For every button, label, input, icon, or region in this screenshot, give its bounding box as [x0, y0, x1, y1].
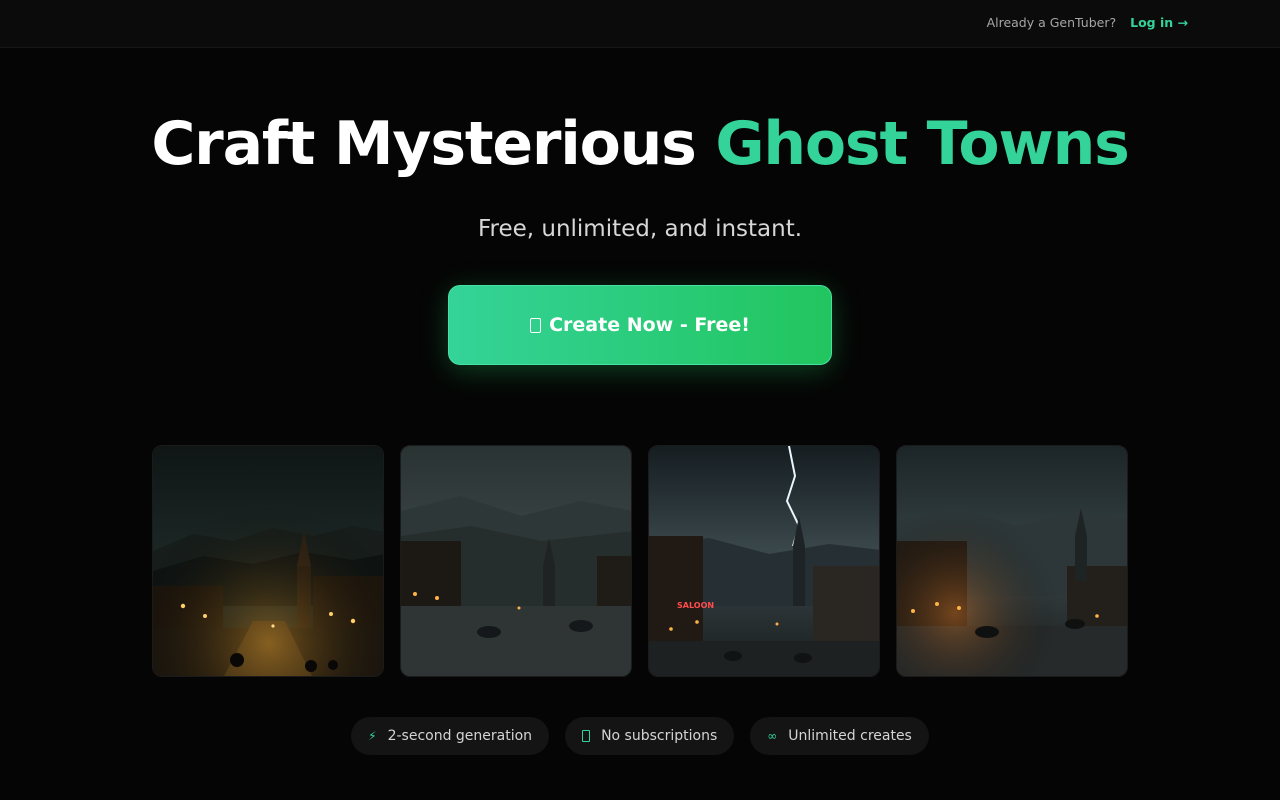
page-title: Craft Mysterious Ghost Towns	[0, 108, 1280, 180]
infinity-icon: ∞	[767, 729, 778, 743]
feature-pill-unlimited: ∞ Unlimited creates	[750, 717, 929, 755]
feature-pill-subscriptions: No subscriptions	[565, 717, 735, 755]
create-now-label: Create Now - Free!	[549, 314, 750, 336]
phone-icon	[582, 730, 591, 742]
gallery: SALOON	[152, 445, 1128, 677]
page-subtitle: Free, unlimited, and instant.	[477, 216, 803, 242]
feature-pill-speed: ⚡ 2-second generation	[351, 717, 550, 755]
gallery-image-3[interactable]: SALOON	[648, 445, 880, 677]
login-prompt: Already a GenTuber?	[986, 15, 1117, 30]
gallery-image-4[interactable]	[896, 445, 1128, 677]
title-main: Craft Mysterious	[151, 109, 716, 179]
top-bar: Already a GenTuber? Log in →	[0, 0, 1280, 48]
feature-list: ⚡ 2-second generation No subscriptions ∞…	[0, 717, 1280, 755]
phone-icon	[530, 317, 542, 333]
gallery-image-2[interactable]	[400, 445, 632, 677]
title-accent: Ghost Towns	[715, 109, 1130, 179]
login-link[interactable]: Log in →	[1130, 15, 1188, 30]
feature-label: No subscriptions	[601, 728, 718, 744]
create-now-button[interactable]: Create Now - Free!	[448, 285, 832, 365]
saloon-sign: SALOON	[677, 601, 714, 610]
feature-label: 2-second generation	[387, 728, 533, 744]
login-area: Already a GenTuber? Log in →	[987, 15, 1188, 30]
lightning-icon: ⚡	[368, 729, 377, 743]
arrow-right-icon: →	[1177, 15, 1188, 30]
login-label: Log in	[1130, 15, 1174, 30]
feature-label: Unlimited creates	[788, 728, 912, 744]
gallery-image-1[interactable]	[152, 445, 384, 677]
